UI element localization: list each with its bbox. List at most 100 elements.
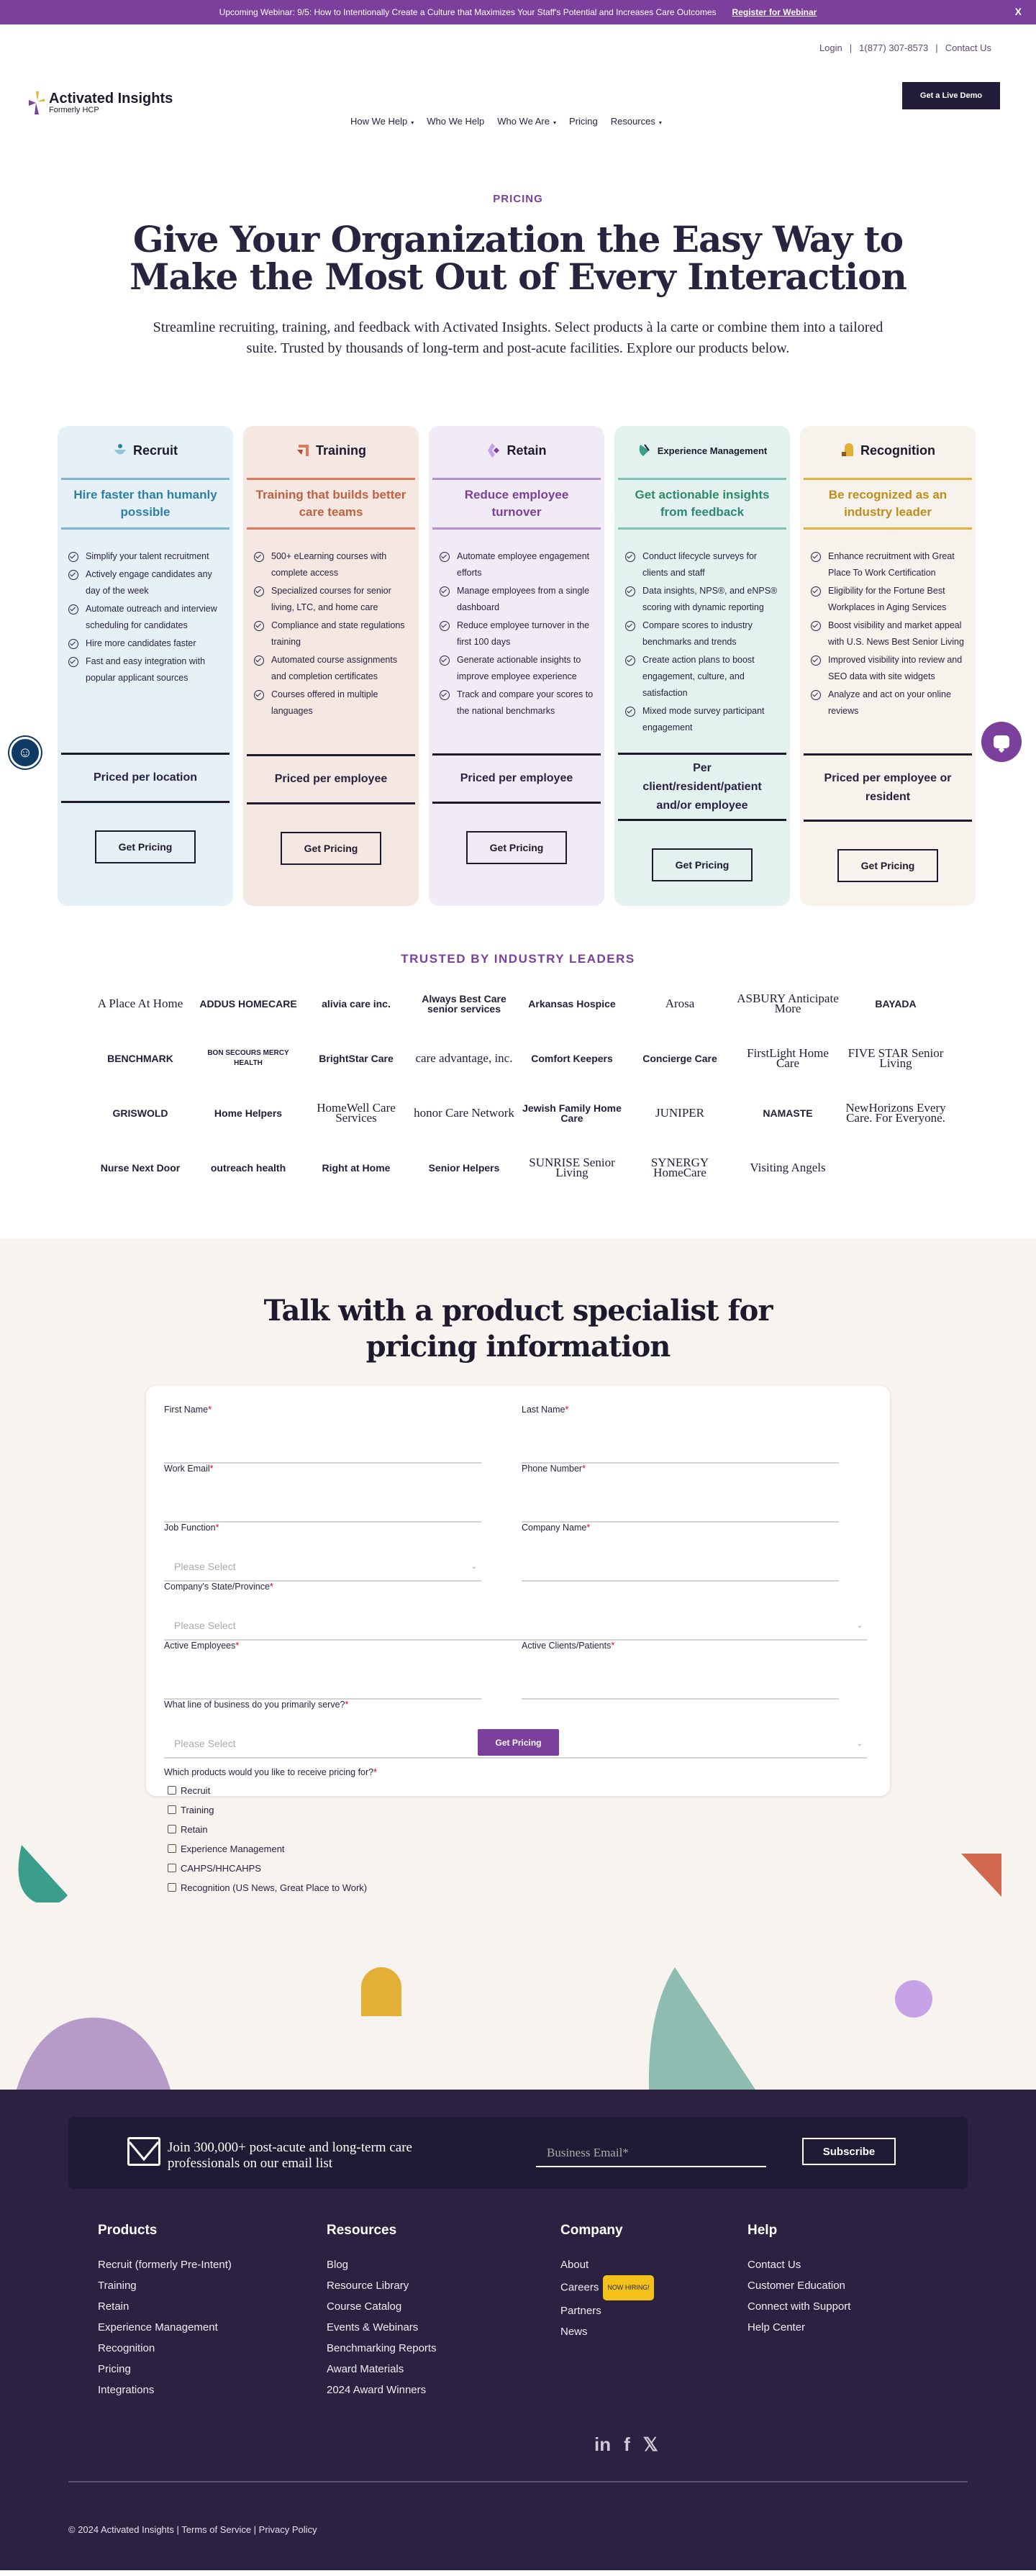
product-checkbox[interactable]: CAHPS/HHCAHPS: [168, 1861, 872, 1874]
footer-link[interactable]: Connect with Support: [748, 2296, 891, 2317]
customer-logo: ADDUS HOMECARE: [199, 998, 297, 1010]
feature-item: Create action plans to boost engagement,…: [625, 652, 782, 702]
state-select[interactable]: Please Select ⌄: [164, 1612, 867, 1641]
footer-link[interactable]: Recognition: [98, 2338, 327, 2359]
checkbox[interactable]: [168, 1864, 176, 1872]
footer-link[interactable]: Resource Library: [327, 2275, 560, 2296]
footer-link[interactable]: Blog: [327, 2254, 560, 2275]
register-webinar-link[interactable]: Register for Webinar: [732, 7, 817, 17]
footer-link[interactable]: Experience Management: [98, 2317, 327, 2338]
nav-how-we-help[interactable]: How We Help ▾: [350, 116, 414, 127]
footer-column-title: Resources: [327, 2223, 397, 2238]
facebook-icon[interactable]: f: [624, 2434, 630, 2456]
product-checkbox[interactable]: Recognition (US News, Great Place to Wor…: [168, 1881, 872, 1894]
pricing-cards: Recruit Hire faster than humanly possibl…: [57, 426, 979, 906]
close-banner-button[interactable]: X: [1015, 6, 1022, 17]
footer-link[interactable]: Integrations: [98, 2380, 327, 2400]
checkbox[interactable]: [168, 1825, 176, 1833]
footer-link[interactable]: About: [560, 2254, 748, 2275]
company-name-label: Company Name*: [522, 1523, 591, 1533]
nav-label: How We Help: [350, 115, 408, 127]
footer-link[interactable]: Training: [98, 2275, 327, 2296]
company-name-input[interactable]: [522, 1553, 839, 1582]
get-pricing-button[interactable]: Get Pricing: [837, 849, 938, 882]
footer-link[interactable]: Benchmarking Reports: [327, 2338, 560, 2359]
footer-link[interactable]: 2024 Award Winners: [327, 2380, 560, 2400]
employees-input[interactable]: [164, 1671, 481, 1700]
footer-link-label: Connect with Support: [748, 2300, 851, 2313]
nav-who-we-are[interactable]: Who We Are ▾: [497, 116, 556, 127]
page-eyebrow: PRICING: [493, 193, 543, 205]
footer-link[interactable]: Events & Webinars: [327, 2317, 560, 2338]
business-label: What line of business do you primarily s…: [164, 1700, 349, 1710]
linkedin-icon[interactable]: in: [594, 2434, 611, 2456]
chat-button[interactable]: [981, 722, 1022, 762]
feature-item: Mixed mode survey participant engagement: [625, 703, 782, 736]
checkbox[interactable]: [168, 1805, 176, 1814]
get-pricing-button[interactable]: Get Pricing: [466, 831, 567, 864]
work-email-input[interactable]: [164, 1494, 481, 1523]
contact-us-link[interactable]: Contact Us: [945, 42, 991, 53]
footer-link-label: Events & Webinars: [327, 2321, 419, 2334]
phone-label: Phone Number*: [522, 1464, 586, 1474]
footer-link[interactable]: News: [560, 2321, 748, 2342]
logo-mark-icon: [29, 91, 45, 114]
phone-link[interactable]: 1(877) 307-8573: [859, 42, 928, 53]
feature-item: Specialized courses for senior living, L…: [254, 583, 411, 616]
login-link[interactable]: Login: [819, 42, 842, 53]
get-pricing-submit[interactable]: Get Pricing: [478, 1729, 559, 1756]
check-circle-icon: [254, 656, 264, 666]
check-circle-icon: [254, 586, 264, 597]
checkbox[interactable]: [168, 1844, 176, 1853]
footer-link[interactable]: Help Center: [748, 2317, 891, 2338]
footer-link[interactable]: Customer Education: [748, 2275, 891, 2296]
footer-link[interactable]: Careers NOW HIRING!: [560, 2275, 748, 2300]
check-circle-icon: [440, 552, 450, 562]
job-function-select[interactable]: Please Select ⌄: [164, 1553, 481, 1582]
product-checkbox[interactable]: Training: [168, 1803, 872, 1816]
customer-logo: honor Care Network: [414, 1106, 514, 1120]
nav-who-we-help[interactable]: Who We Help: [427, 116, 484, 127]
checkbox[interactable]: [168, 1883, 176, 1892]
phone-input[interactable]: [522, 1494, 839, 1523]
customer-logo: Comfort Keepers: [531, 1053, 613, 1064]
product-checkbox[interactable]: Retain: [168, 1823, 872, 1836]
live-demo-button[interactable]: Get a Live Demo: [902, 82, 1000, 109]
accessibility-button[interactable]: ☺: [9, 737, 41, 768]
footer-link[interactable]: Pricing: [98, 2359, 327, 2380]
card-title: Retain: [506, 443, 547, 458]
get-pricing-button[interactable]: Get Pricing: [652, 848, 753, 881]
footer-link[interactable]: Recruit (formerly Pre-Intent): [98, 2254, 327, 2275]
check-circle-icon: [811, 621, 821, 631]
check-circle-icon: [440, 690, 450, 700]
clients-input[interactable]: [522, 1671, 839, 1700]
x-twitter-icon[interactable]: 𝕏: [643, 2434, 658, 2456]
get-pricing-button[interactable]: Get Pricing: [281, 832, 381, 865]
footer-link[interactable]: Retain: [98, 2296, 327, 2317]
get-pricing-button[interactable]: Get Pricing: [95, 830, 196, 863]
feature-item: Enhance recruitment with Great Place To …: [811, 548, 968, 581]
newsletter-text: Join 300,000+ post-acute and long-term c…: [168, 2140, 412, 2171]
social-links: in f 𝕏: [594, 2434, 658, 2456]
footer-link[interactable]: Award Materials: [327, 2359, 560, 2380]
first-name-input[interactable]: [164, 1435, 481, 1464]
footer-link-label: Benchmarking Reports: [327, 2342, 437, 2354]
nav-resources[interactable]: Resources ▾: [611, 116, 662, 127]
customer-logo: FirstLight Home Care: [747, 1046, 829, 1070]
feature-item: Data insights, NPS®, and eNPS® scoring w…: [625, 583, 782, 616]
brand-logo[interactable]: Activated Insights Formerly HCP: [29, 91, 173, 114]
product-checkbox[interactable]: Experience Management: [168, 1842, 872, 1855]
footer-link[interactable]: Contact Us: [748, 2254, 891, 2275]
footer-link[interactable]: Course Catalog: [327, 2296, 560, 2317]
last-name-input[interactable]: [522, 1435, 839, 1464]
checkbox-label: Training: [181, 1804, 214, 1815]
products-question: Which products would you like to receive…: [164, 1767, 377, 1777]
product-checkbox[interactable]: Recruit: [168, 1784, 872, 1797]
checkbox[interactable]: [168, 1786, 176, 1795]
retain-icon: [488, 443, 500, 458]
subscribe-button[interactable]: Subscribe: [802, 2138, 896, 2165]
footer-link[interactable]: Partners: [560, 2300, 748, 2321]
business-email-input[interactable]: Business Email*: [536, 2139, 766, 2167]
footer-link-label: Experience Management: [98, 2321, 218, 2334]
nav-pricing[interactable]: Pricing: [569, 116, 598, 127]
